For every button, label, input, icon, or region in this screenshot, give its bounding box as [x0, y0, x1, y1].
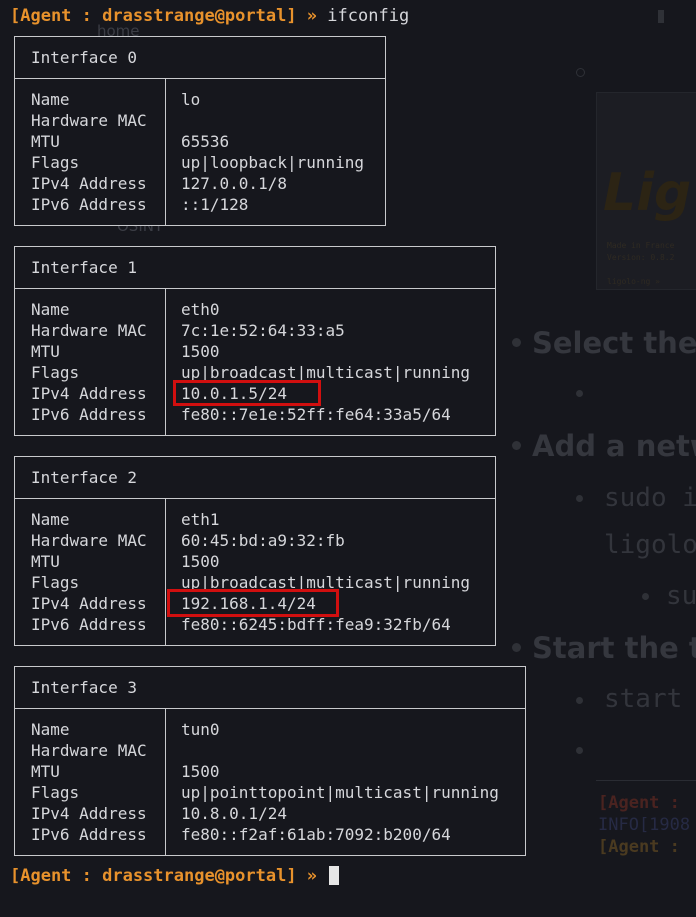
value-column: eth1 60:45:bd:a9:32:fb 1500 up|broadcast…: [166, 499, 470, 645]
value-mac: 60:45:bd:a9:32:fb: [181, 531, 345, 550]
value-ipv6: fe80::6245:bdff:fea9:32fb/64: [181, 615, 451, 634]
value-mtu: 1500: [181, 762, 220, 781]
ipv4-highlight-box: [167, 589, 339, 617]
label-name: Name: [31, 90, 70, 109]
interface-table: Interface 1 Name Hardware MAC MTU Flags …: [14, 246, 496, 436]
value-mac: [181, 110, 364, 131]
label-mtu: MTU: [31, 762, 60, 781]
label-column: Name Hardware MAC MTU Flags IPv4 Address…: [15, 709, 166, 855]
value-name: tun0: [181, 720, 220, 739]
value-mac: [181, 740, 499, 761]
terminal-window[interactable]: [Agent : drasstrange@portal] » ifconfig …: [0, 0, 696, 917]
ipv4-highlight-box: [173, 380, 321, 406]
label-column: Name Hardware MAC MTU Flags IPv4 Address…: [15, 289, 166, 435]
value-name: lo: [181, 90, 201, 109]
label-ipv4: IPv4 Address: [31, 804, 147, 823]
interface-table: Interface 0 Name Hardware MAC MTU Flags …: [14, 36, 386, 226]
label-mac: Hardware MAC: [31, 111, 147, 130]
label-flags: Flags: [31, 363, 80, 382]
command-line: [Agent : drasstrange@portal] » ifconfig: [10, 6, 409, 26]
label-column: Name Hardware MAC MTU Flags IPv4 Address…: [15, 79, 166, 225]
label-ipv6: IPv6 Address: [31, 195, 147, 214]
label-ipv6: IPv6 Address: [31, 825, 147, 844]
label-column: Name Hardware MAC MTU Flags IPv4 Address…: [15, 499, 166, 645]
value-mac: 7c:1e:52:64:33:a5: [181, 321, 345, 340]
label-mac: Hardware MAC: [31, 531, 147, 550]
value-ipv6: fe80::f2af:61ab:7092:b200/64: [181, 825, 451, 844]
agent-prompt: [Agent : drasstrange@portal] »: [10, 6, 318, 26]
value-name: eth1: [181, 510, 220, 529]
interface-title: Interface 0: [15, 37, 385, 79]
interface-title: Interface 2: [15, 457, 495, 499]
agent-prompt: [Agent : drasstrange@portal] »: [10, 866, 318, 886]
interface-table: Interface 2 Name Hardware MAC MTU Flags …: [14, 456, 496, 646]
label-mtu: MTU: [31, 132, 60, 151]
value-column: eth0 7c:1e:52:64:33:a5 1500 up|broadcast…: [166, 289, 470, 435]
interface-title: Interface 1: [15, 247, 495, 289]
label-mac: Hardware MAC: [31, 321, 147, 340]
label-name: Name: [31, 300, 70, 319]
label-ipv4: IPv4 Address: [31, 384, 147, 403]
input-line[interactable]: [Agent : drasstrange@portal] »: [10, 866, 340, 886]
text-cursor[interactable]: [329, 866, 340, 885]
label-name: Name: [31, 720, 70, 739]
value-mtu: 1500: [181, 552, 220, 571]
value-ipv4: 127.0.0.1/8: [181, 174, 287, 193]
label-ipv4: IPv4 Address: [31, 594, 147, 613]
command-text: ifconfig: [327, 6, 410, 26]
value-ipv6: ::1/128: [181, 195, 249, 214]
value-column: lo 65536 up|loopback|running 127.0.0.1/8…: [166, 79, 364, 225]
value-ipv6: fe80::7e1e:52ff:fe64:33a5/64: [181, 405, 451, 424]
label-ipv6: IPv6 Address: [31, 615, 147, 634]
value-name: eth0: [181, 300, 220, 319]
label-mac: Hardware MAC: [31, 741, 147, 760]
label-flags: Flags: [31, 573, 80, 592]
value-flags: up|pointtopoint|multicast|running: [181, 783, 499, 802]
value-column: tun0 1500 up|pointtopoint|multicast|runn…: [166, 709, 499, 855]
label-ipv4: IPv4 Address: [31, 174, 147, 193]
value-mtu: 1500: [181, 342, 220, 361]
value-mtu: 65536: [181, 132, 230, 151]
value-flags: up|loopback|running: [181, 153, 365, 172]
label-flags: Flags: [31, 153, 80, 172]
interface-title: Interface 3: [15, 667, 525, 709]
label-mtu: MTU: [31, 552, 60, 571]
label-flags: Flags: [31, 783, 80, 802]
label-name: Name: [31, 510, 70, 529]
label-ipv6: IPv6 Address: [31, 405, 147, 424]
label-mtu: MTU: [31, 342, 60, 361]
value-ipv4: 10.8.0.1/24: [181, 804, 287, 823]
interface-table: Interface 3 Name Hardware MAC MTU Flags …: [14, 666, 526, 856]
